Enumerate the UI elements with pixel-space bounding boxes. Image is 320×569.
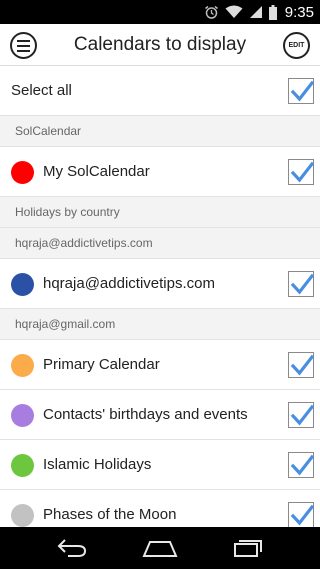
calendar-row[interactable]: Contacts' birthdays and events <box>0 390 320 440</box>
calendar-row[interactable]: Phases of the Moon <box>0 490 320 527</box>
calendar-checkbox[interactable] <box>288 402 314 428</box>
checkmark-icon <box>290 504 314 526</box>
calendar-list: Select all SolCalendar My SolCalendar Holi… <box>0 66 320 527</box>
checkmark-icon <box>290 80 314 102</box>
calendar-row[interactable]: Primary Calendar <box>0 340 320 390</box>
status-time: 9:35 <box>284 3 314 21</box>
signal-icon <box>249 6 262 18</box>
calendar-label: Primary Calendar <box>43 356 160 373</box>
calendar-row[interactable]: hqraja@addictivetips.com <box>0 259 320 309</box>
calendar-checkbox[interactable] <box>288 502 314 527</box>
checkmark-icon <box>290 273 314 295</box>
calendar-label: Contacts' birthdays and events <box>43 406 248 423</box>
back-icon[interactable] <box>56 536 88 558</box>
menu-button[interactable] <box>10 32 37 59</box>
calendar-color-dot <box>11 354 34 377</box>
page-title: Calendars to display <box>73 34 247 55</box>
status-bar: 9:35 <box>0 0 320 24</box>
checkmark-icon <box>290 404 314 426</box>
select-all-label: Select all <box>11 82 72 99</box>
section-header: hqraja@addictivetips.com <box>0 228 320 259</box>
calendar-label: Phases of the Moon <box>43 506 177 523</box>
calendar-checkbox[interactable] <box>288 452 314 478</box>
app-header: Calendars to display EDIT <box>0 24 320 66</box>
navigation-bar <box>0 527 320 569</box>
calendar-row[interactable]: Islamic Holidays <box>0 440 320 490</box>
calendar-checkbox[interactable] <box>288 352 314 378</box>
calendar-color-dot <box>11 404 34 427</box>
select-all-row[interactable]: Select all <box>0 66 320 116</box>
calendar-label: My SolCalendar <box>43 163 150 180</box>
edit-button[interactable]: EDIT <box>283 32 310 59</box>
calendar-checkbox[interactable] <box>288 271 314 297</box>
home-icon[interactable] <box>142 536 178 558</box>
recent-apps-icon[interactable] <box>232 536 264 558</box>
calendar-checkbox[interactable] <box>288 159 314 185</box>
battery-icon <box>268 4 277 20</box>
menu-icon <box>17 39 30 42</box>
calendar-color-dot <box>11 504 34 527</box>
calendar-row[interactable]: My SolCalendar <box>0 147 320 197</box>
calendar-label: hqraja@addictivetips.com <box>43 275 215 292</box>
alarm-icon <box>204 5 218 19</box>
calendar-label: Islamic Holidays <box>43 456 152 473</box>
calendar-color-dot <box>11 273 34 296</box>
checkmark-icon <box>290 161 314 183</box>
section-header: SolCalendar <box>0 116 320 147</box>
section-header: hqraja@gmail.com <box>0 309 320 340</box>
calendar-color-dot <box>11 161 34 184</box>
checkmark-icon <box>290 454 314 476</box>
checkmark-icon <box>290 354 314 376</box>
wifi-icon <box>225 5 243 18</box>
calendar-color-dot <box>11 454 34 477</box>
section-header: Holidays by country <box>0 197 320 228</box>
select-all-checkbox[interactable] <box>288 78 314 104</box>
